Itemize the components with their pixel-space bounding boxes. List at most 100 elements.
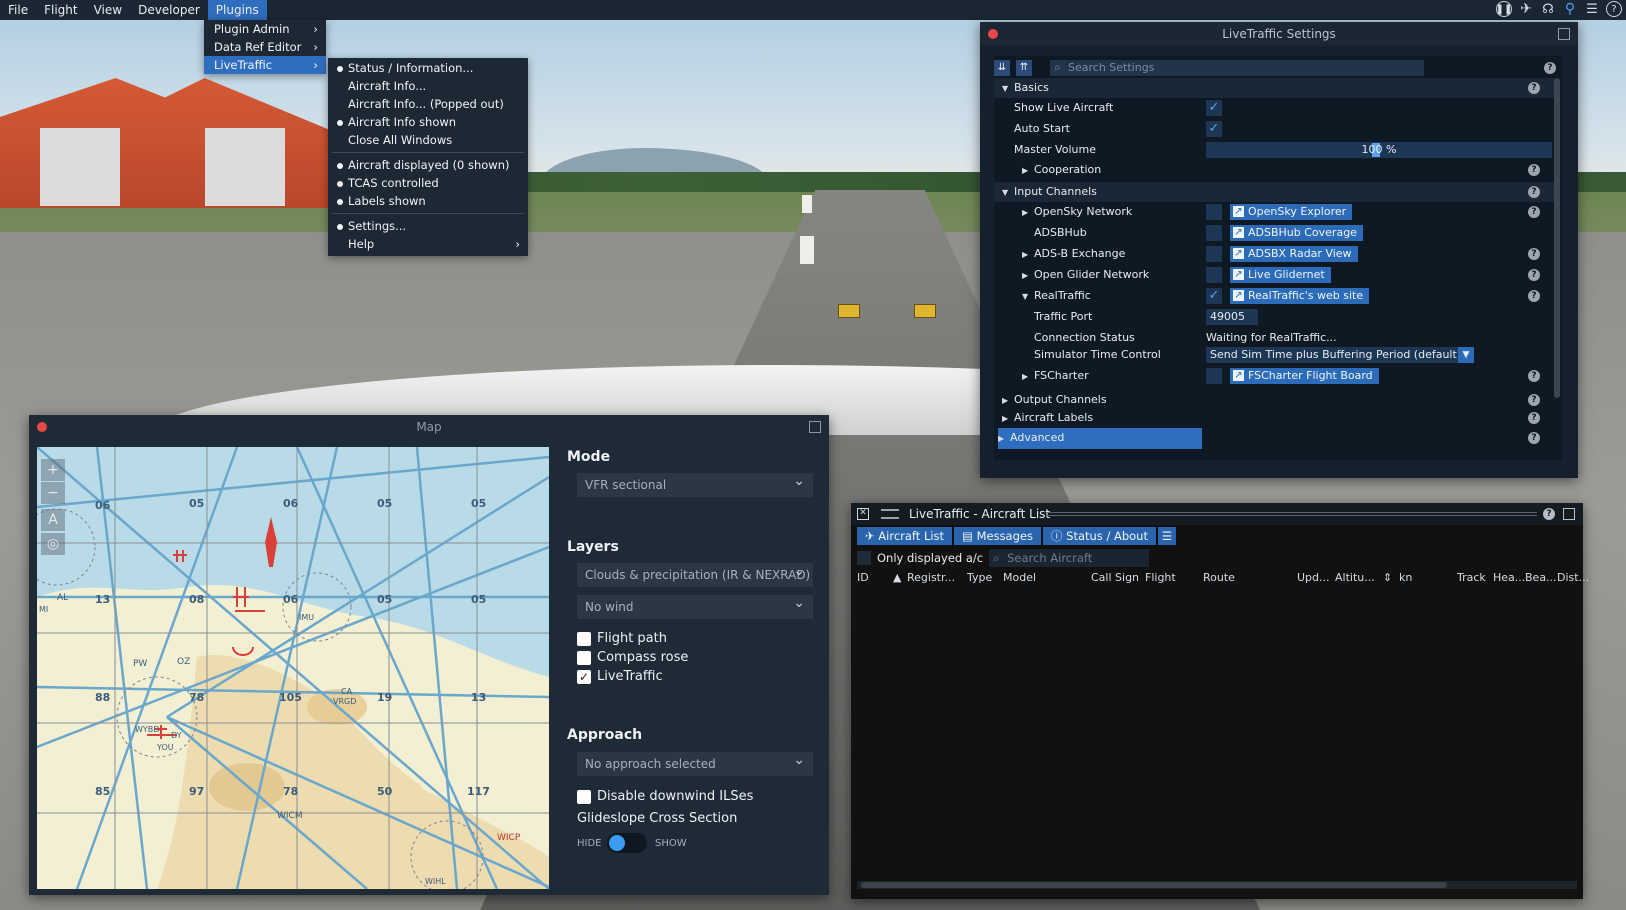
- help-icon[interactable]: ?: [1528, 370, 1540, 382]
- scrollbar-thumb[interactable]: [861, 882, 1447, 888]
- help-icon[interactable]: ?: [1528, 412, 1540, 424]
- show-live-aircraft-checkbox[interactable]: ✓: [1206, 100, 1222, 116]
- master-volume-slider[interactable]: 100 %: [1206, 142, 1552, 158]
- menu-item-aircraft-info-shown[interactable]: Aircraft Info shown: [328, 113, 528, 131]
- help-icon[interactable]: ?: [1528, 432, 1540, 444]
- menu-item-plugin-admin[interactable]: Plugin Admin ›: [204, 20, 326, 38]
- menu-item-tcas-controlled[interactable]: TCAS controlled: [328, 174, 528, 192]
- column-header[interactable]: Call Sign: [1091, 569, 1139, 587]
- adsbx-checkbox[interactable]: ✓: [1206, 246, 1222, 262]
- column-header[interactable]: Model: [1003, 569, 1036, 587]
- column-header[interactable]: Hea...: [1493, 569, 1525, 587]
- realtraffic-checkbox[interactable]: ✓: [1206, 288, 1222, 304]
- expand-all-icon[interactable]: ⇊: [994, 60, 1010, 76]
- approach-select[interactable]: No approach selected: [577, 748, 813, 776]
- section-basics[interactable]: ▼ Basics ?: [994, 78, 1554, 98]
- checkbox-box[interactable]: [577, 632, 591, 646]
- headset-icon[interactable]: ☊: [1540, 1, 1556, 17]
- column-header[interactable]: kn: [1399, 569, 1412, 587]
- close-icon[interactable]: ✕: [857, 508, 869, 520]
- only-displayed-checkbox[interactable]: [857, 551, 871, 565]
- checkbox-box[interactable]: [577, 790, 591, 804]
- tab-aircraft-list[interactable]: ✈ Aircraft List: [857, 527, 953, 545]
- settings-scrollbar[interactable]: [1554, 78, 1560, 398]
- menu-item-data-ref-editor[interactable]: Data Ref Editor ›: [204, 38, 326, 56]
- wind-layer-select[interactable]: No wind: [577, 591, 813, 619]
- column-header[interactable]: Bea...: [1525, 569, 1557, 587]
- center-on-aircraft-icon[interactable]: ◎: [41, 533, 65, 555]
- help-icon[interactable]: ?: [1528, 186, 1540, 198]
- menu-developer[interactable]: Developer: [130, 0, 208, 20]
- section-cooperation[interactable]: ▶ Cooperation ?: [994, 160, 1554, 180]
- menu-file[interactable]: File: [0, 0, 36, 20]
- adsbhub-coverage-button[interactable]: ADSBHub Coverage: [1230, 225, 1363, 241]
- aircraft-list-title-bar[interactable]: ✕ LiveTraffic - Aircraft List ?: [851, 503, 1583, 525]
- help-icon[interactable]: ?: [1528, 269, 1540, 281]
- fscharter-checkbox[interactable]: ✓: [1206, 368, 1222, 384]
- weather-layer-select[interactable]: Clouds & precipitation (IR & NEXRAD): [577, 559, 813, 587]
- pause-icon[interactable]: ❚❚: [1496, 1, 1512, 17]
- settings-search-input[interactable]: Search Settings: [1050, 59, 1424, 76]
- section-input-channels[interactable]: ▼ Input Channels ?: [994, 182, 1554, 202]
- compass-rose-checkbox[interactable]: Compass rose: [577, 650, 688, 666]
- aircraft-icon[interactable]: ✈: [1518, 1, 1534, 17]
- toggle-knob[interactable]: [609, 835, 625, 851]
- tab-status-about[interactable]: ⓘ Status / About: [1042, 527, 1156, 545]
- tab-messages[interactable]: ▤ Messages: [954, 527, 1041, 545]
- menu-item-aircraft-info[interactable]: Aircraft Info...: [328, 77, 528, 95]
- menu-item-help[interactable]: Help ›: [328, 235, 528, 253]
- help-icon[interactable]: ?: [1528, 394, 1540, 406]
- column-header[interactable]: Type: [967, 569, 992, 587]
- ogn-checkbox[interactable]: ✓: [1206, 267, 1222, 283]
- help-icon[interactable]: ?: [1544, 62, 1556, 74]
- mode-select[interactable]: VFR sectional: [577, 469, 813, 497]
- traffic-port-input[interactable]: 49005: [1206, 309, 1258, 325]
- close-icon[interactable]: [988, 29, 998, 39]
- sim-time-control-select[interactable]: Send Sim Time plus Buffering Period (def…: [1206, 347, 1474, 363]
- glideslope-toggle[interactable]: [607, 833, 647, 853]
- adsbhub-checkbox[interactable]: ✓: [1206, 225, 1222, 241]
- fscharter-flight-board-button[interactable]: FSCharter Flight Board: [1230, 368, 1379, 384]
- zoom-in-icon[interactable]: +: [41, 459, 65, 481]
- menu-item-status-information[interactable]: Status / Information...: [328, 59, 528, 77]
- vfr-sectional-chart[interactable]: [37, 447, 549, 889]
- menu-item-settings[interactable]: Settings...: [328, 217, 528, 235]
- help-icon[interactable]: ?: [1528, 164, 1540, 176]
- column-header[interactable]: Dist...: [1557, 569, 1589, 587]
- help-icon[interactable]: ?: [1528, 248, 1540, 260]
- live-glidernet-button[interactable]: Live Glidernet: [1230, 267, 1331, 283]
- menu-item-close-all-windows[interactable]: Close All Windows: [328, 131, 528, 149]
- sliders-icon[interactable]: ☰: [1584, 1, 1600, 17]
- livetraffic-checkbox[interactable]: ✓ LiveTraffic: [577, 669, 663, 685]
- column-header[interactable]: Upd...: [1297, 569, 1330, 587]
- horizontal-scrollbar[interactable]: [857, 881, 1577, 889]
- realtraffic-website-button[interactable]: RealTraffic's web site: [1230, 288, 1370, 304]
- help-icon[interactable]: ?: [1528, 290, 1540, 302]
- auto-start-checkbox[interactable]: ✓: [1206, 121, 1222, 137]
- adsbx-radar-view-button[interactable]: ADSBX Radar View: [1230, 246, 1358, 262]
- pop-out-icon[interactable]: [809, 421, 821, 433]
- section-aircraft-labels[interactable]: ▶ Aircraft Labels ?: [994, 408, 1554, 428]
- menu-flight[interactable]: Flight: [36, 0, 86, 20]
- opensky-checkbox[interactable]: ✓: [1206, 204, 1222, 220]
- close-icon[interactable]: [37, 422, 47, 432]
- column-header[interactable]: Registr...: [907, 569, 955, 587]
- pop-out-icon[interactable]: [1558, 28, 1570, 40]
- search-aircraft-input[interactable]: Search Aircraft: [989, 549, 1150, 567]
- column-header[interactable]: Flight: [1145, 569, 1176, 587]
- checkmark-icon[interactable]: ✓: [577, 670, 591, 684]
- section-advanced[interactable]: ▶ Advanced ?: [994, 428, 1554, 449]
- zoom-out-icon[interactable]: −: [41, 482, 65, 504]
- menu-view[interactable]: View: [86, 0, 130, 20]
- collapse-all-icon[interactable]: ⇈: [1016, 60, 1032, 76]
- menu-item-livetraffic[interactable]: LiveTraffic ›: [204, 56, 326, 74]
- checkbox-box[interactable]: [577, 651, 591, 665]
- section-output-channels[interactable]: ▶ Output Channels ?: [994, 390, 1554, 410]
- north-up-icon[interactable]: A: [41, 509, 65, 531]
- dropdown-arrow-icon[interactable]: ▼: [1458, 347, 1474, 363]
- column-header[interactable]: ID: [857, 569, 869, 587]
- location-icon[interactable]: ⚲: [1562, 1, 1578, 17]
- flight-path-checkbox[interactable]: Flight path: [577, 631, 667, 647]
- map-title-bar[interactable]: Map: [29, 415, 829, 439]
- hamburger-menu-icon[interactable]: ☰: [1157, 527, 1176, 545]
